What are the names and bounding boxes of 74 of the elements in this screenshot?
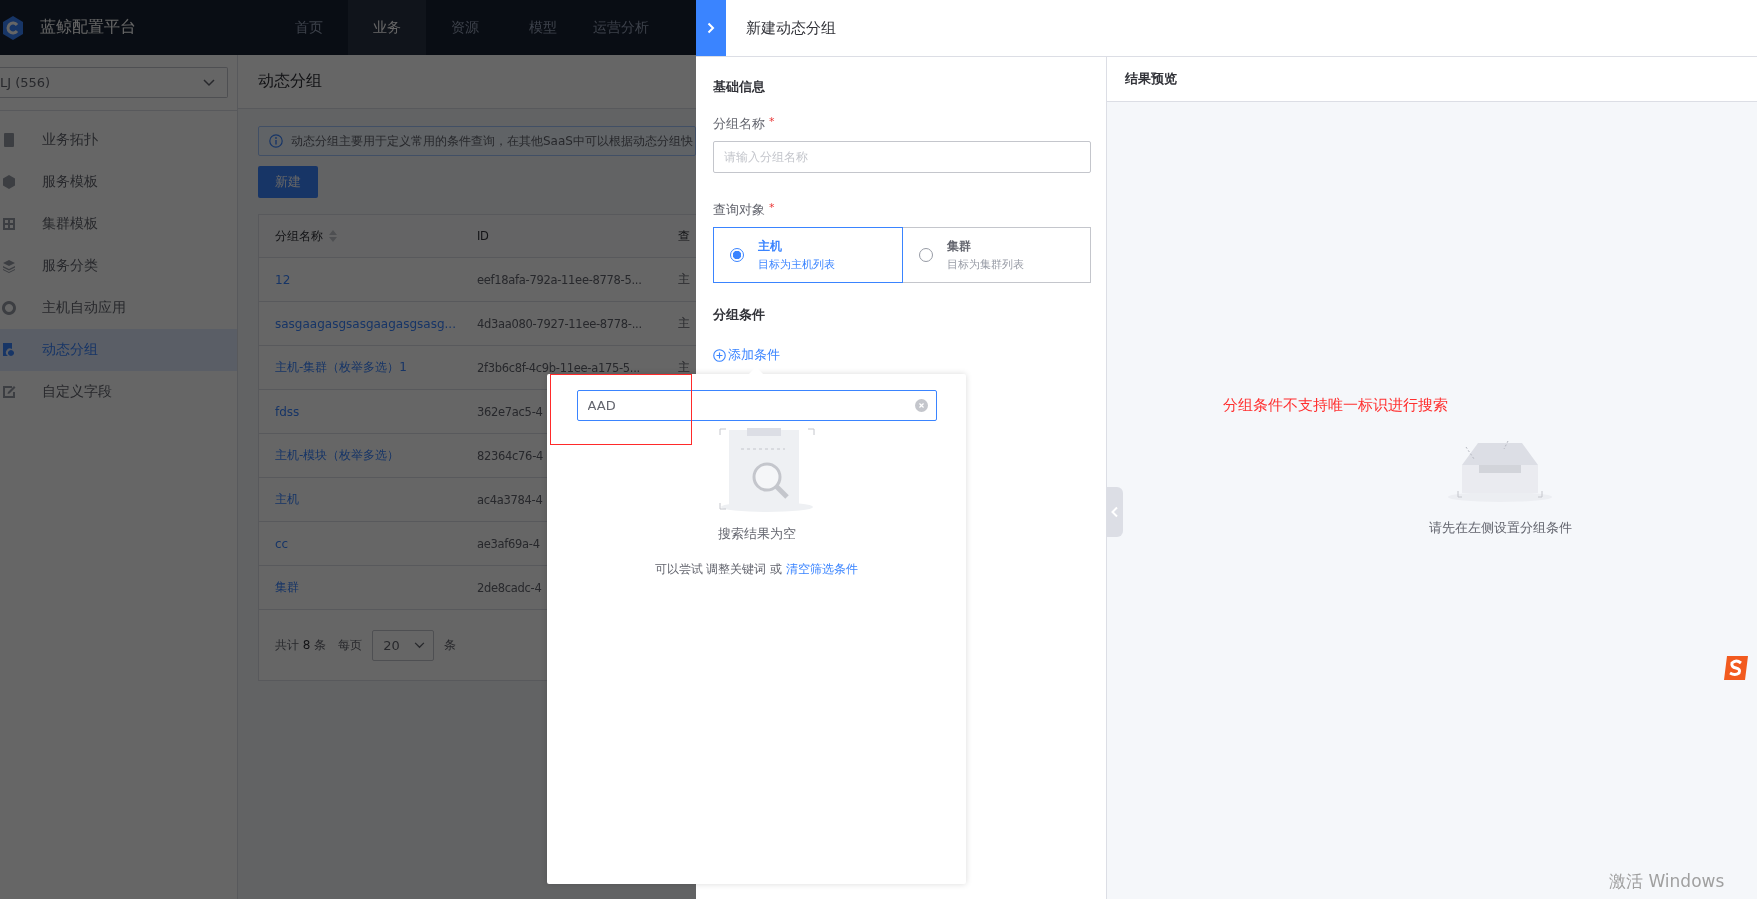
search-document-icon <box>2 343 16 357</box>
table-cell: 2de8cadc-4 <box>477 580 542 595</box>
group-name-link[interactable]: fdss <box>275 404 300 419</box>
info-icon <box>269 134 283 148</box>
empty-result-text: 搜索结果为空 <box>717 525 796 543</box>
chevron-down-icon <box>414 641 426 649</box>
chevron-right-icon <box>707 22 715 34</box>
required-mark: * <box>769 115 775 130</box>
annotation-note: 分组条件不支持唯一标识进行搜索 <box>1223 396 1448 415</box>
page-title: 动态分组 <box>258 71 322 92</box>
preview-title: 结果预览 <box>1125 70 1177 88</box>
drawer-title: 新建动态分组 <box>746 18 836 38</box>
target-option[interactable]: 主机 目标为主机列表 <box>713 227 903 283</box>
group-name-link[interactable]: sasgaagasgsasgaagasgsasg... <box>275 316 456 331</box>
document-icon <box>2 133 16 147</box>
clear-filter-link[interactable]: 清空筛选条件 <box>786 561 859 578</box>
sidebar-item[interactable]: 服务模板 <box>0 161 237 203</box>
group-name-link[interactable]: 主机-模块（枚举多选） <box>275 447 400 464</box>
table-cell: 82364c76-4 <box>477 448 543 463</box>
search-field[interactable]: AAD <box>576 390 937 421</box>
option-description: 目标为主机列表 <box>758 257 835 272</box>
clear-icon[interactable] <box>914 399 928 412</box>
input-method-icon[interactable] <box>1722 655 1750 681</box>
hint-text: 可以尝试 调整关键词 或 <box>654 561 783 578</box>
sidebar-item[interactable]: 主机自动应用 <box>0 287 237 329</box>
section-title: 基础信息 <box>713 78 766 96</box>
page-size-select[interactable]: 20 <box>372 629 435 661</box>
collapse-drawer-button[interactable] <box>696 0 726 56</box>
new-button[interactable]: 新建 <box>258 166 318 198</box>
layers-icon <box>2 259 16 273</box>
group-name-link[interactable]: 主机-集群（枚举多选）1 <box>275 359 407 376</box>
chevron-down-icon <box>203 78 215 87</box>
field-label: 查询对象 <box>713 201 765 219</box>
column-header[interactable]: 分组名称 <box>275 227 323 245</box>
table-cell: 362e7ac5-4 <box>477 404 543 419</box>
sidebar-item[interactable]: 业务拓扑 <box>0 119 237 161</box>
option-title: 主机 <box>758 238 783 255</box>
sidebar-item[interactable]: 自定义字段 <box>0 371 237 413</box>
add-condition-link[interactable]: 添加条件 <box>713 346 780 364</box>
target-option[interactable]: 集群 目标为集群列表 <box>902 227 1091 283</box>
plus-circle-icon <box>713 348 726 362</box>
edit-icon <box>2 385 16 399</box>
table-cell: 4d3aa080-7927-11ee-8778-... <box>477 316 642 331</box>
sidebar-item[interactable]: 动态分组 <box>0 329 237 371</box>
empty-state-text: 请先在左侧设置分组条件 <box>1428 519 1572 537</box>
business-select[interactable]: LJ (556) <box>0 67 228 98</box>
column-header: 查 <box>678 227 690 245</box>
table-cell: ae3af69a-4 <box>477 536 540 551</box>
group-name-link[interactable]: 集群 <box>275 579 299 596</box>
nav-tab[interactable]: 业务 <box>348 0 426 55</box>
collapse-handle[interactable] <box>1107 487 1123 537</box>
sidebar-item[interactable]: 服务分类 <box>0 245 237 287</box>
app-title: 蓝鲸配置平台 <box>40 17 136 38</box>
grid-icon <box>2 217 16 231</box>
per-page-unit: 条 <box>444 636 457 654</box>
column-header: ID <box>477 229 489 243</box>
per-page-label: 每页 <box>338 636 363 654</box>
required-mark: * <box>769 201 775 216</box>
section-title: 分组条件 <box>713 306 766 324</box>
sidebar-item[interactable]: 集群模板 <box>0 203 237 245</box>
field-label: 分组名称 <box>713 115 765 133</box>
table-cell: ac4a3784-4 <box>477 492 543 507</box>
group-name-link[interactable]: 主机 <box>275 491 299 508</box>
group-name-link[interactable]: cc <box>275 536 289 551</box>
table-cell: 2f3b6c8f-4c9b-11ee-a175-5... <box>477 360 640 375</box>
total-count: 共计 8 条 <box>275 636 327 654</box>
option-description: 目标为集群列表 <box>946 257 1024 272</box>
radio-button[interactable] <box>730 248 744 262</box>
group-name-link[interactable]: 12 <box>275 272 291 287</box>
logo-icon <box>2 15 24 40</box>
os-activation-notice: 激活 Windows <box>1609 870 1725 893</box>
cube-icon <box>2 175 16 189</box>
option-title: 集群 <box>946 238 972 255</box>
table-cell: eef18afa-792a-11ee-8778-5... <box>477 272 642 287</box>
